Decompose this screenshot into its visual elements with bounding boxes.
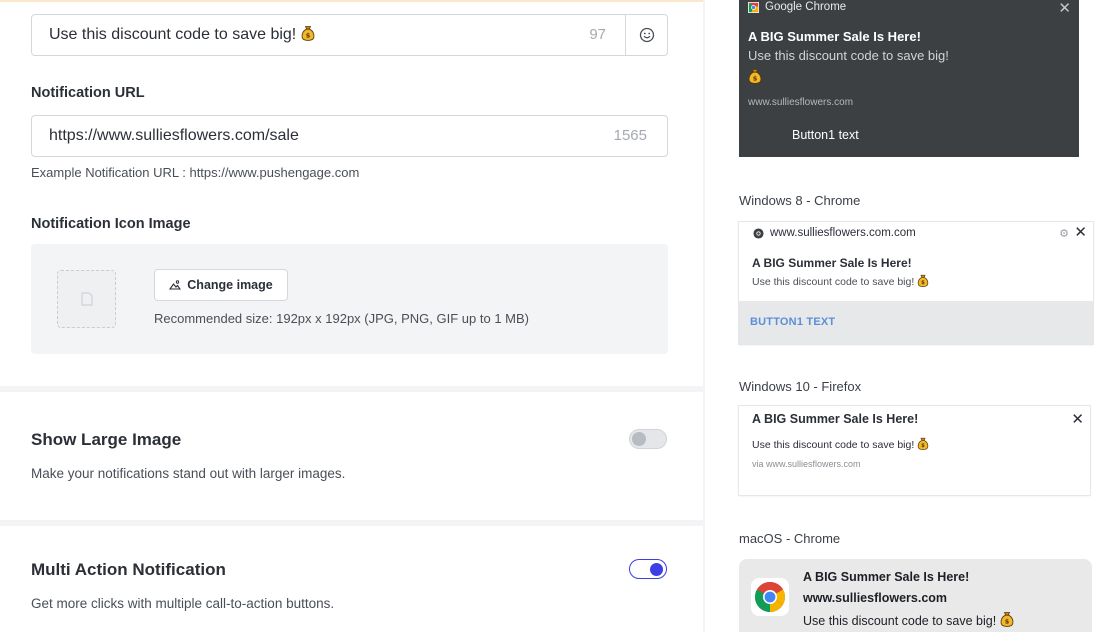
show-large-image-title: Show Large Image [31, 430, 182, 449]
notification-url-label: Notification URL [31, 85, 145, 101]
windows10-caption: Windows 10 - Firefox [739, 379, 862, 394]
large-image-card: Show Large Image Make your notifications… [0, 392, 703, 520]
icon-image-label: Notification Icon Image [31, 216, 191, 232]
preview-message: Use this discount code to save big! [752, 276, 915, 288]
chrome-icon [748, 1, 759, 13]
preview-title: A BIG Summer Sale Is Here! [748, 29, 921, 44]
smiley-icon [639, 27, 654, 43]
close-icon[interactable]: ✕ [1071, 410, 1084, 428]
money-bag-icon [1000, 611, 1014, 627]
message-char-counter: 97 [589, 26, 606, 43]
top-divider [0, 0, 703, 2]
money-bag-icon [748, 68, 762, 84]
macos-preview: A BIG Summer Sale Is Here! www.sulliesfl… [739, 559, 1092, 632]
gear-icon[interactable]: ⚙ [1059, 227, 1069, 240]
windows8-preview: www.sulliesflowers.com.com ⚙ ✕ A BIG Sum… [739, 222, 1093, 344]
windows10-preview: A BIG Summer Sale Is Here! ✕ Use this di… [739, 406, 1090, 495]
toggle-knob [650, 562, 663, 576]
change-image-label: Change image [187, 278, 273, 292]
url-char-counter: 1565 [613, 127, 647, 144]
chrome-logo-icon [751, 578, 789, 616]
preview-via: via www.sulliesflowers.com [752, 459, 861, 469]
preview-title: A BIG Summer Sale Is Here! [752, 256, 912, 270]
preview-button[interactable]: BUTTON1 TEXT [750, 316, 835, 328]
money-bag-icon [917, 437, 929, 450]
recommended-size-text: Recommended size: 192px x 192px (JPG, PN… [154, 311, 529, 326]
preview-message: Use this discount code to save big! [752, 439, 915, 451]
money-bag-icon [301, 25, 315, 41]
show-large-image-desc: Make your notifications stand out with l… [31, 466, 346, 481]
chrome-app-name: Google Chrome [765, 1, 847, 13]
notification-url-input[interactable]: https://www.sulliesflowers.com/sale 1565 [31, 115, 668, 157]
emoji-picker-button[interactable] [625, 15, 667, 55]
money-bag-icon [917, 274, 929, 287]
example-url-hint: Example Notification URL : https://www.p… [31, 165, 360, 180]
macos-caption: macOS - Chrome [739, 531, 841, 546]
settings-panel: Use this discount code to save big! 97 N… [0, 0, 703, 632]
preview-message: Use this discount code to save big! [748, 48, 949, 63]
windows8-caption: Windows 8 - Chrome [739, 193, 861, 208]
preview-site: www.sulliesflowers.com [803, 591, 948, 605]
icon-placeholder[interactable] [57, 270, 116, 328]
preview-panel: Google Chrome ✕ A BIG Summer Sale Is Her… [705, 0, 1116, 632]
content-card: Use this discount code to save big! 97 N… [0, 0, 703, 386]
preview-site: www.sulliesflowers.com [748, 97, 854, 108]
multi-action-card: Multi Action Notification Get more click… [0, 526, 703, 632]
show-large-image-toggle[interactable] [629, 429, 667, 449]
message-input[interactable]: Use this discount code to save big! 97 [31, 14, 668, 56]
multi-action-title: Multi Action Notification [31, 560, 226, 579]
preview-site: www.sulliesflowers.com.com [770, 227, 916, 239]
google-chrome-preview: Google Chrome ✕ A BIG Summer Sale Is Her… [739, 0, 1079, 157]
preview-message: Use this discount code to save big! [803, 614, 997, 628]
url-value: https://www.sulliesflowers.com/sale [49, 127, 299, 144]
close-icon[interactable]: ✕ [1058, 0, 1071, 17]
icon-image-uploader: Change image Recommended size: 192px x 1… [31, 244, 668, 354]
message-text: Use this discount code to save big! [49, 26, 297, 43]
close-icon[interactable]: ✕ [1074, 223, 1087, 241]
preview-footer: BUTTON1 TEXT [739, 301, 1093, 344]
multi-action-toggle[interactable] [629, 559, 667, 579]
change-image-button[interactable]: Change image [154, 269, 288, 301]
preview-title: A BIG Summer Sale Is Here! [752, 412, 919, 426]
chrome-icon [753, 227, 764, 239]
image-icon [169, 280, 182, 290]
preview-title: A BIG Summer Sale Is Here! [803, 570, 970, 584]
preview-button[interactable]: Button1 text [792, 128, 859, 142]
file-icon [80, 292, 93, 306]
toggle-knob [632, 432, 646, 446]
multi-action-desc: Get more clicks with multiple call-to-ac… [31, 596, 335, 611]
